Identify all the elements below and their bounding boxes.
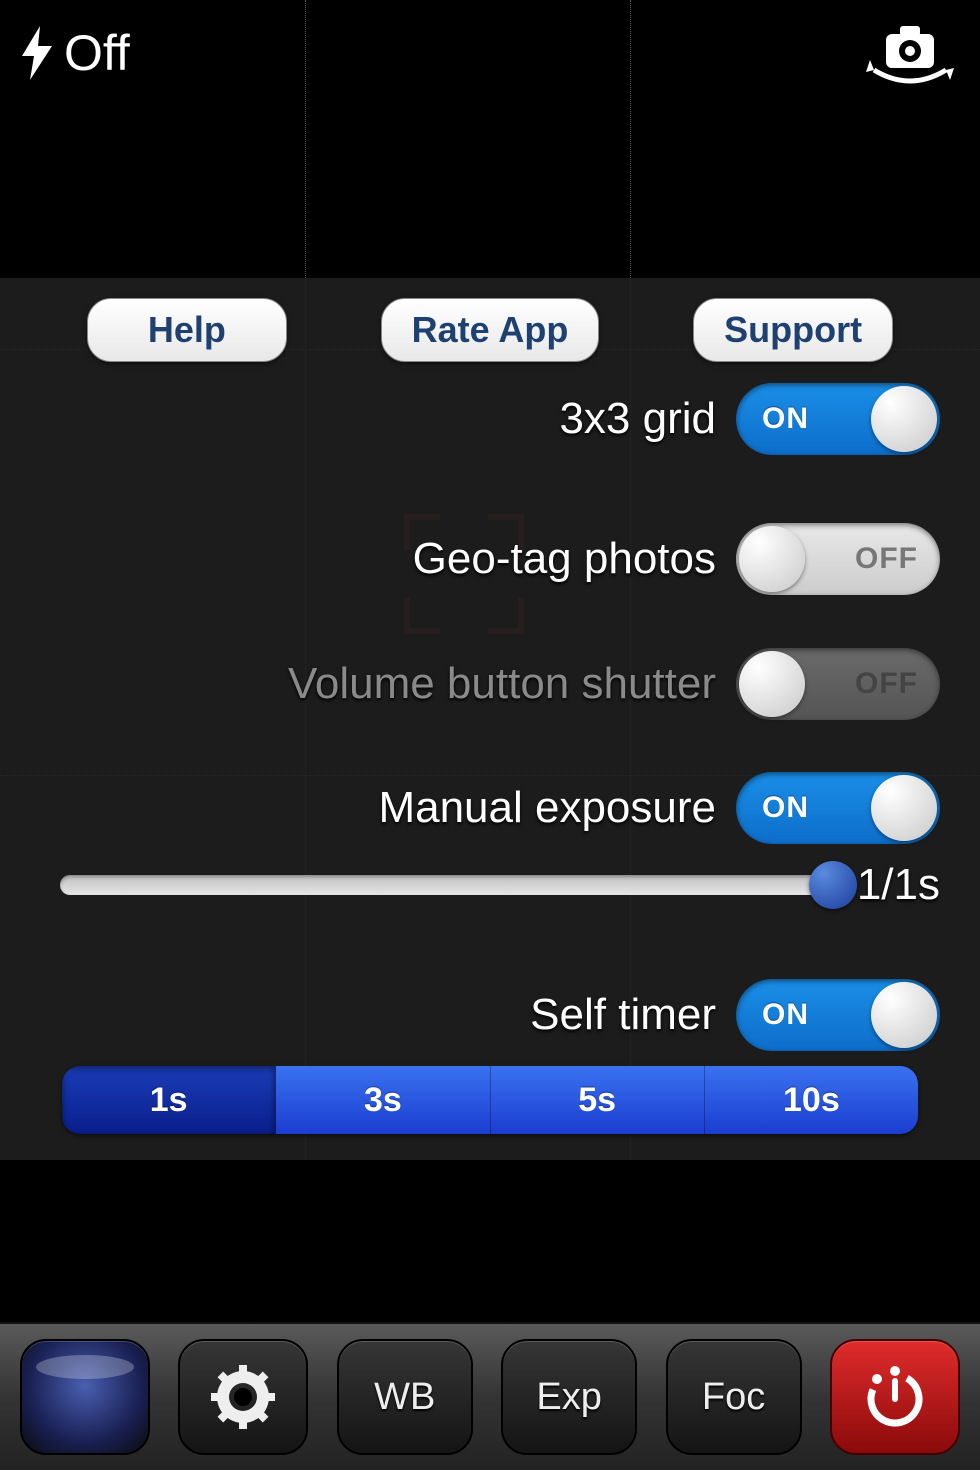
grid-label: 3x3 grid: [559, 394, 716, 444]
volume-shutter-toggle[interactable]: OFF: [736, 648, 940, 720]
setting-row-grid: 3x3 grid ON: [0, 383, 980, 455]
setting-row-volume-shutter: Volume button shutter OFF: [0, 648, 980, 720]
switch-knob: [739, 526, 805, 592]
self-timer-label: Self timer: [530, 990, 716, 1040]
slider-thumb[interactable]: [809, 861, 857, 909]
timer-option-1s[interactable]: 1s: [62, 1066, 276, 1134]
exposure-value: 1/1s: [857, 860, 940, 910]
flash-icon: [20, 26, 54, 80]
switch-knob: [871, 982, 937, 1048]
switch-knob: [871, 386, 937, 452]
white-balance-button[interactable]: WB: [337, 1339, 473, 1455]
manual-exposure-toggle[interactable]: ON: [736, 772, 940, 844]
timer-option-3s[interactable]: 3s: [276, 1066, 490, 1134]
camera-viewfinder: Off Help Rate App Support 3x3 grid: [0, 0, 980, 1160]
switch-state: ON: [762, 772, 809, 844]
gallery-preview-button[interactable]: [20, 1339, 150, 1455]
setting-row-geotag: Geo-tag photos OFF: [0, 523, 980, 595]
setting-row-self-timer: Self timer ON: [0, 979, 980, 1051]
exposure-button[interactable]: Exp: [501, 1339, 637, 1455]
settings-button[interactable]: [178, 1339, 308, 1455]
manual-exposure-label: Manual exposure: [378, 783, 716, 833]
self-timer-toggle[interactable]: ON: [736, 979, 940, 1051]
timer-option-5s[interactable]: 5s: [491, 1066, 705, 1134]
bottom-toolbar: WB Exp Foc: [0, 1322, 980, 1470]
switch-knob: [871, 775, 937, 841]
timer-segmented-control[interactable]: 1s 3s 5s 10s: [62, 1066, 918, 1134]
switch-camera-icon: [864, 77, 956, 94]
settings-button-row: Help Rate App Support: [0, 298, 980, 362]
switch-state: ON: [762, 383, 809, 455]
exposure-slider[interactable]: [60, 875, 833, 895]
support-button[interactable]: Support: [693, 298, 893, 362]
grid-toggle[interactable]: ON: [736, 383, 940, 455]
geotag-toggle[interactable]: OFF: [736, 523, 940, 595]
switch-state: OFF: [855, 648, 918, 720]
timer-icon: [859, 1361, 931, 1433]
geotag-label: Geo-tag photos: [413, 534, 716, 584]
setting-row-manual-exposure: Manual exposure ON: [0, 772, 980, 844]
exposure-slider-row: 1/1s: [60, 860, 940, 910]
gear-icon: [211, 1365, 275, 1429]
focus-button[interactable]: Foc: [666, 1339, 802, 1455]
help-button[interactable]: Help: [87, 298, 287, 362]
flash-label: Off: [64, 24, 130, 82]
switch-state: ON: [762, 979, 809, 1051]
rate-app-button[interactable]: Rate App: [381, 298, 600, 362]
switch-camera-button[interactable]: [864, 20, 956, 95]
settings-panel: Help Rate App Support 3x3 grid ON Geo-ta…: [0, 278, 980, 1160]
switch-state: OFF: [855, 523, 918, 595]
shutter-button[interactable]: [830, 1339, 960, 1455]
switch-knob: [739, 651, 805, 717]
timer-option-10s[interactable]: 10s: [705, 1066, 918, 1134]
volume-shutter-label: Volume button shutter: [288, 659, 716, 709]
flash-toggle[interactable]: Off: [20, 24, 130, 82]
